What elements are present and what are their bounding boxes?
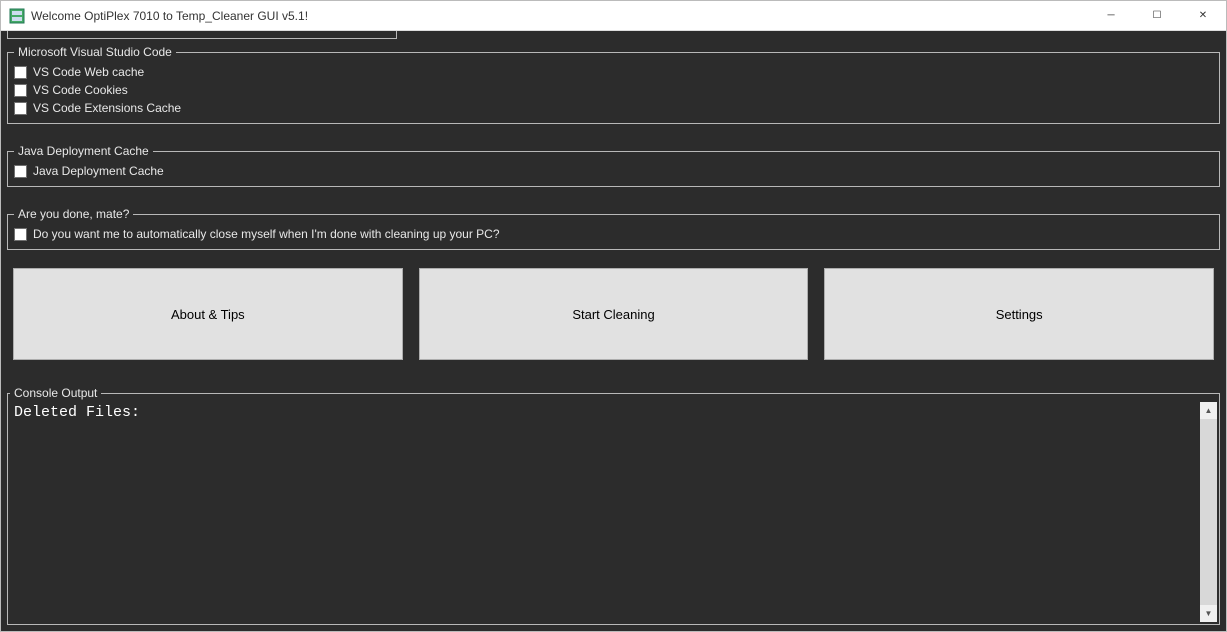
scroll-down-button[interactable]: ▼ (1200, 605, 1217, 622)
group-java-legend: Java Deployment Cache (14, 144, 153, 158)
main-button-row: About & Tips Start Cleaning Settings (7, 268, 1220, 360)
console-scrollbar[interactable]: ▲ ▼ (1200, 402, 1217, 622)
group-java: Java Deployment Cache Java Deployment Ca… (7, 144, 1220, 187)
window-title: Welcome OptiPlex 7010 to Temp_Cleaner GU… (31, 9, 308, 23)
checkbox-label: VS Code Web cache (33, 65, 144, 79)
checkbox-icon[interactable] (14, 66, 27, 79)
start-cleaning-button[interactable]: Start Cleaning (419, 268, 809, 360)
maximize-button[interactable]: ☐ (1134, 1, 1180, 31)
console-output-legend: Console Output (10, 386, 101, 400)
console-output-body[interactable]: Deleted Files: ▲ ▼ (10, 402, 1217, 622)
group-done-legend: Are you done, mate? (14, 207, 133, 221)
titlebar[interactable]: Welcome OptiPlex 7010 to Temp_Cleaner GU… (1, 1, 1226, 31)
scroll-track[interactable] (1200, 419, 1217, 605)
checkbox-row-auto-close[interactable]: Do you want me to automatically close my… (14, 225, 1213, 243)
settings-button[interactable]: Settings (824, 268, 1214, 360)
checkbox-icon[interactable] (14, 165, 27, 178)
checkbox-label: VS Code Extensions Cache (33, 101, 181, 115)
checkbox-label: VS Code Cookies (33, 83, 128, 97)
group-done: Are you done, mate? Do you want me to au… (7, 207, 1220, 250)
group-vscode: Microsoft Visual Studio Code VS Code Web… (7, 45, 1220, 124)
app-icon (9, 8, 25, 24)
close-button[interactable]: ✕ (1180, 1, 1226, 31)
minimize-button[interactable]: ─ (1088, 1, 1134, 31)
checkbox-row-vscode-cookies[interactable]: VS Code Cookies (14, 81, 1213, 99)
group-vscode-legend: Microsoft Visual Studio Code (14, 45, 176, 59)
app-window: Welcome OptiPlex 7010 to Temp_Cleaner GU… (0, 0, 1227, 632)
about-tips-button[interactable]: About & Tips (13, 268, 403, 360)
client-area: Microsoft Visual Studio Code VS Code Web… (1, 31, 1226, 631)
checkbox-icon[interactable] (14, 84, 27, 97)
checkbox-row-java-deployment-cache[interactable]: Java Deployment Cache (14, 162, 1213, 180)
console-output-text: Deleted Files: (10, 402, 1217, 423)
checkbox-label: Do you want me to automatically close my… (33, 227, 500, 241)
checkbox-icon[interactable] (14, 228, 27, 241)
checkbox-label: Java Deployment Cache (33, 164, 164, 178)
checkbox-icon[interactable] (14, 102, 27, 115)
cutoff-previous-group (7, 31, 1220, 39)
console-output-group: Console Output Deleted Files: ▲ ▼ (7, 386, 1220, 625)
checkbox-row-vscode-extensions-cache[interactable]: VS Code Extensions Cache (14, 99, 1213, 117)
scroll-up-button[interactable]: ▲ (1200, 402, 1217, 419)
checkbox-row-vscode-web-cache[interactable]: VS Code Web cache (14, 63, 1213, 81)
